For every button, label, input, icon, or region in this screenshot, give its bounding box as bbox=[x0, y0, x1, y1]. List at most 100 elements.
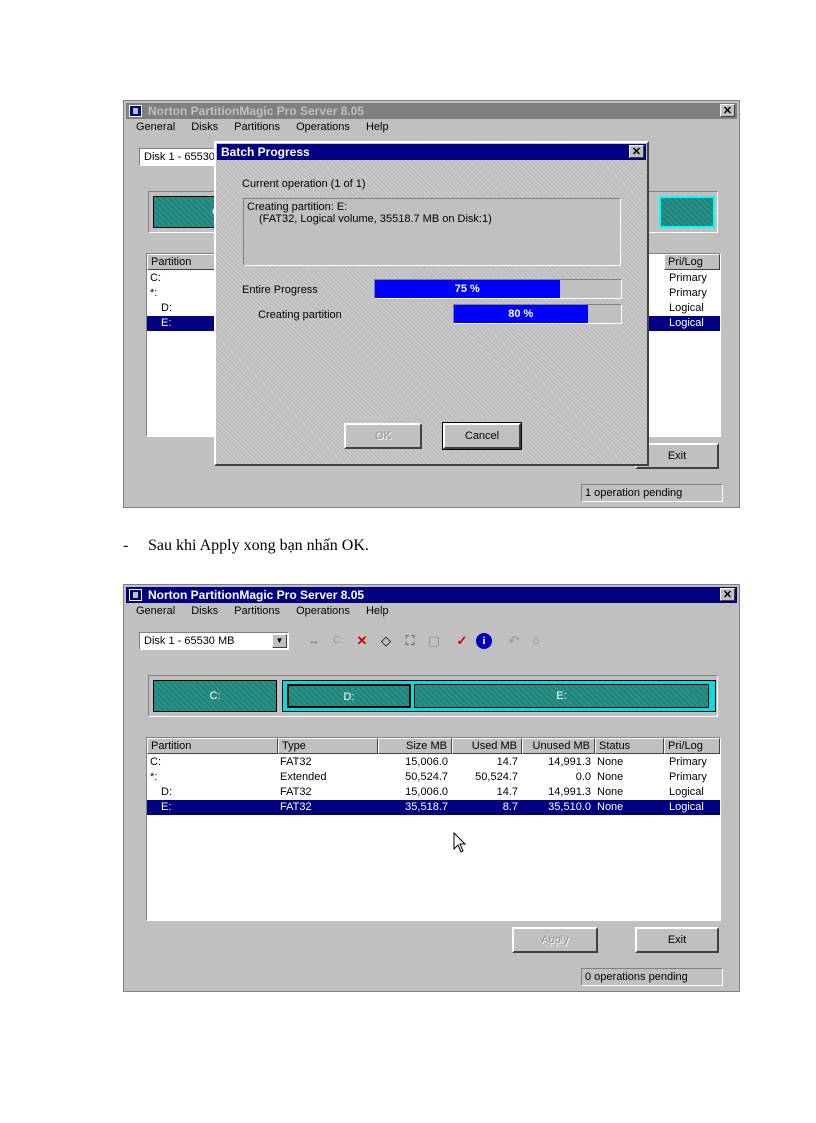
partition-cell: D: bbox=[161, 302, 172, 314]
menu-general[interactable]: General bbox=[136, 121, 175, 133]
type-cell: FAT32 bbox=[280, 786, 312, 798]
disk-map-e[interactable]: E: bbox=[414, 684, 709, 708]
window-title: Norton PartitionMagic Pro Server 8.05 bbox=[148, 104, 365, 118]
menu-partitions[interactable]: Partitions bbox=[234, 605, 280, 617]
cancel-icon[interactable]: ○ bbox=[526, 632, 546, 650]
exit-button[interactable]: Exit bbox=[635, 927, 719, 953]
partition-cell: *: bbox=[150, 287, 158, 299]
app-icon bbox=[129, 105, 142, 117]
status-cell: None bbox=[597, 756, 624, 768]
column-header-status[interactable]: Status bbox=[595, 738, 664, 754]
delete-icon[interactable]: ✕ bbox=[352, 632, 372, 650]
partition-cell: E: bbox=[161, 317, 172, 329]
disk-select[interactable]: Disk 1 - 65530 MB ▼ bbox=[139, 632, 289, 650]
column-header-unused-label: Unused MB bbox=[532, 740, 590, 752]
used-cell: 50,524.7 bbox=[475, 771, 518, 783]
disk-map-d[interactable]: D: bbox=[287, 684, 411, 708]
label-icon[interactable]: ◇ bbox=[376, 632, 396, 650]
current-operation-label: Current operation (1 of 1) bbox=[242, 178, 366, 190]
resize-icon[interactable]: ⛶ bbox=[400, 632, 420, 650]
menu-bar: General Disks Partitions Operations Help bbox=[136, 605, 402, 621]
column-header-used[interactable]: Used MB bbox=[452, 738, 522, 754]
disk-select-value: Disk 1 - 65530 bbox=[144, 151, 215, 163]
close-button[interactable]: ✕ bbox=[720, 104, 735, 117]
status-cell: None bbox=[597, 786, 624, 798]
partition-cell: C: bbox=[150, 756, 161, 768]
menu-partitions[interactable]: Partitions bbox=[234, 121, 280, 133]
disk-select-value: Disk 1 - 65530 MB bbox=[144, 635, 235, 647]
undo-icon[interactable]: ↶ bbox=[504, 632, 524, 650]
prilog-cell: Logical bbox=[669, 786, 704, 798]
close-button[interactable]: ✕ bbox=[720, 588, 735, 601]
size-cell: 50,524.7 bbox=[405, 771, 448, 783]
properties-icon[interactable]: ▢ bbox=[424, 632, 444, 650]
size-cell: 35,518.7 bbox=[405, 801, 448, 813]
column-header-type[interactable]: Type bbox=[278, 738, 378, 754]
menu-help[interactable]: Help bbox=[366, 605, 389, 617]
dialog-title-bar: Batch Progress ✕ bbox=[217, 144, 646, 160]
window-title: Norton PartitionMagic Pro Server 8.05 bbox=[148, 588, 365, 602]
column-header-partition[interactable]: Partition bbox=[147, 254, 217, 270]
unused-cell: 14,991.3 bbox=[548, 756, 591, 768]
status-text: 1 operation pending bbox=[585, 487, 683, 499]
size-cell: 15,006.0 bbox=[405, 756, 448, 768]
copy-partition-icon[interactable]: C: bbox=[328, 632, 348, 650]
info-icon[interactable]: i bbox=[476, 633, 492, 649]
column-header-size[interactable]: Size MB bbox=[378, 738, 452, 754]
status-text: 0 operations pending bbox=[585, 971, 688, 983]
type-cell: FAT32 bbox=[280, 801, 312, 813]
menu-general[interactable]: General bbox=[136, 605, 175, 617]
disk-map: C: D: E: bbox=[148, 675, 718, 717]
creating-partition-progress-bar: 80 % bbox=[453, 304, 622, 324]
ok-button[interactable]: OK bbox=[344, 423, 422, 449]
disk-map-e[interactable] bbox=[659, 196, 715, 228]
disk-select[interactable]: Disk 1 - 65530 bbox=[139, 148, 219, 166]
column-header-used-label: Used MB bbox=[471, 740, 517, 752]
menu-disks[interactable]: Disks bbox=[191, 121, 218, 133]
mouse-cursor-icon bbox=[453, 832, 467, 853]
table-row-selected[interactable]: E: FAT32 35,518.7 8.7 35,510.0 None Logi… bbox=[147, 800, 720, 815]
prilog-cell: Logical bbox=[669, 317, 704, 329]
cancel-button[interactable]: Cancel bbox=[442, 422, 522, 450]
column-header-prilog[interactable]: Pri/Log bbox=[664, 738, 720, 754]
column-header-unused[interactable]: Unused MB bbox=[522, 738, 595, 754]
partitionmagic-window: Norton PartitionMagic Pro Server 8.05 ✕ … bbox=[123, 584, 740, 992]
unused-cell: 35,510.0 bbox=[548, 801, 591, 813]
menu-disks[interactable]: Disks bbox=[191, 605, 218, 617]
column-header-prilog[interactable]: Pri/Log bbox=[664, 254, 720, 270]
column-header-partition[interactable]: Partition bbox=[147, 738, 278, 754]
type-cell: FAT32 bbox=[280, 756, 312, 768]
menu-operations[interactable]: Operations bbox=[296, 605, 350, 617]
prilog-cell: Primary bbox=[669, 272, 707, 284]
unused-cell: 0.0 bbox=[575, 771, 591, 783]
partition-list: Partition Type Size MB Used MB Unused MB… bbox=[146, 737, 721, 921]
unused-cell: 14,991.3 bbox=[548, 786, 591, 798]
menu-operations[interactable]: Operations bbox=[296, 121, 350, 133]
disk-map-extended: D: E: bbox=[282, 680, 716, 712]
status-cell: None bbox=[597, 771, 624, 783]
size-cell: 15,006.0 bbox=[405, 786, 448, 798]
status-bar: 0 operations pending bbox=[581, 968, 723, 986]
prilog-cell: Logical bbox=[669, 801, 704, 813]
chevron-down-icon[interactable]: ▼ bbox=[272, 634, 287, 648]
toolbar: ↔ C: ✕ ◇ ⛶ ▢ ✓ i ↶ ○ bbox=[304, 632, 604, 650]
used-cell: 8.7 bbox=[502, 801, 518, 813]
menu-help[interactable]: Help bbox=[366, 121, 389, 133]
table-row[interactable]: D: FAT32 15,006.0 14.7 14,991.3 None Log… bbox=[147, 785, 720, 800]
dialog-close-button[interactable]: ✕ bbox=[629, 145, 644, 158]
prilog-cell: Logical bbox=[669, 302, 704, 314]
partition-cell: *: bbox=[150, 771, 158, 783]
table-row[interactable]: C: FAT32 15,006.0 14.7 14,991.3 None Pri… bbox=[147, 755, 720, 770]
apply-check-icon[interactable]: ✓ bbox=[452, 632, 472, 650]
creating-partition-progress-text: 80 % bbox=[508, 308, 534, 320]
batch-progress-dialog: Batch Progress ✕ Current operation (1 of… bbox=[214, 141, 649, 466]
app-icon bbox=[129, 589, 142, 601]
apply-button[interactable]: Apply bbox=[512, 927, 598, 953]
entire-progress-bar: 75 % bbox=[374, 279, 622, 299]
table-row[interactable]: *: Extended 50,524.7 50,524.7 0.0 None P… bbox=[147, 770, 720, 785]
prilog-cell: Primary bbox=[669, 287, 707, 299]
disk-map-c[interactable]: C: bbox=[153, 680, 277, 712]
resize-move-icon[interactable]: ↔ bbox=[304, 632, 324, 650]
title-bar: Norton PartitionMagic Pro Server 8.05 ✕ bbox=[126, 587, 737, 603]
status-bar: 1 operation pending bbox=[581, 484, 723, 502]
